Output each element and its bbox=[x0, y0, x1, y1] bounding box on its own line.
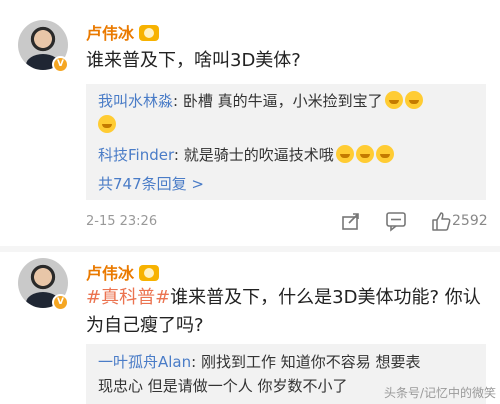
rank-badge-icon bbox=[139, 265, 160, 281]
watermark: 头条号/记忆中的微笑 bbox=[383, 386, 496, 400]
reply-author[interactable]: 一叶孤舟Alan bbox=[98, 353, 191, 371]
comment-text-line: 为自己瘦了吗? bbox=[86, 315, 204, 336]
like-count: 2592 bbox=[452, 213, 488, 229]
reply-item[interactable]: 我叫水林淼: 卧槽 真的牛逼，小米捡到宝了 bbox=[98, 89, 478, 137]
comment-text: 谁来普及下，啥叫3D美体? bbox=[86, 50, 301, 71]
reply-text: : 刚找到工作 知道你不容易 想要表 bbox=[191, 353, 421, 371]
comment-icon[interactable] bbox=[385, 210, 407, 232]
laugh-emoji-icon bbox=[355, 145, 374, 163]
laugh-emoji-icon bbox=[98, 115, 116, 133]
reply-author[interactable]: 科技Finder bbox=[98, 146, 174, 164]
comment-author[interactable]: 卢伟冰 bbox=[86, 20, 160, 44]
comment-item: V 卢伟冰 谁来普及下，啥叫3D美体? 我叫水林淼: 卧槽 真的牛逼，小米捡到宝… bbox=[0, 0, 500, 246]
reply-text: : 卧槽 真的牛逼，小米捡到宝了 bbox=[173, 92, 383, 110]
laugh-emoji-icon bbox=[384, 91, 403, 109]
topic-tag[interactable]: #真科普# bbox=[86, 287, 170, 308]
reply-text: : 就是骑士的吹逼技术哦 bbox=[173, 146, 334, 164]
verified-badge-icon: V bbox=[52, 294, 69, 311]
comment-text: #真科普#谁来普及下，什么是3D美体功能? 你认为自己瘦了吗? bbox=[86, 284, 486, 340]
verified-badge-icon: V bbox=[52, 56, 69, 73]
rank-badge-icon bbox=[139, 25, 160, 41]
comment-item: V 卢伟冰 #真科普#谁来普及下，什么是3D美体功能? 你认为自己瘦了吗? 一叶… bbox=[0, 252, 500, 404]
comment-text-line: 谁来普及下，什么是3D美体功能? 你认 bbox=[170, 287, 481, 308]
laugh-emoji-icon bbox=[335, 145, 354, 163]
reply-text: 现忠心 但是请做一个人 你岁数不小了 bbox=[98, 377, 348, 395]
share-icon[interactable] bbox=[340, 210, 362, 232]
like-icon[interactable] bbox=[430, 210, 452, 232]
reply-item[interactable]: 科技Finder: 就是骑士的吹逼技术哦 bbox=[98, 143, 478, 167]
laugh-emoji-icon bbox=[404, 91, 423, 109]
reply-author[interactable]: 我叫水林淼 bbox=[98, 92, 173, 110]
comment-date: 2-15 23:26 bbox=[86, 214, 158, 229]
author-name[interactable]: 卢伟冰 bbox=[86, 24, 134, 43]
author-name[interactable]: 卢伟冰 bbox=[86, 264, 134, 283]
laugh-emoji-icon bbox=[375, 145, 394, 163]
comment-author[interactable]: 卢伟冰 bbox=[86, 260, 160, 284]
more-replies-link[interactable]: 共747条回复 > bbox=[98, 173, 204, 194]
